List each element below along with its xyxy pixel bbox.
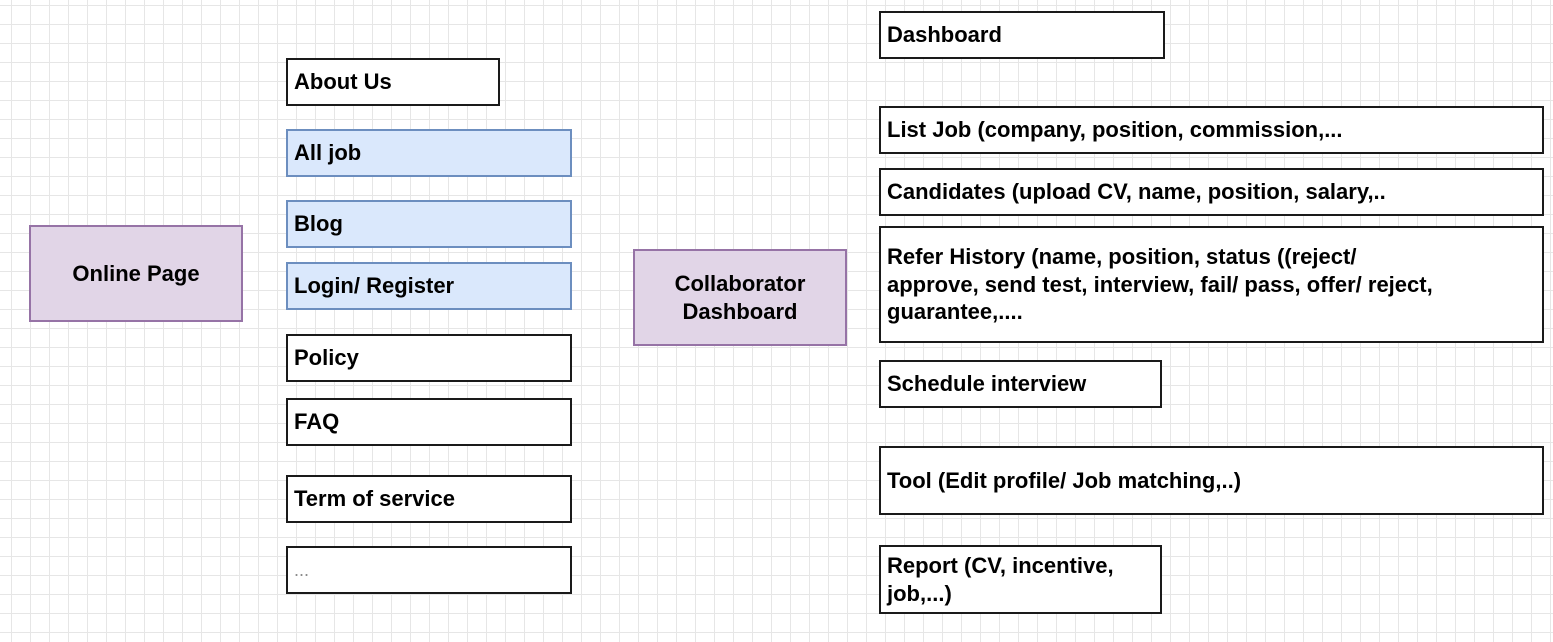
dashboard-label: Dashboard <box>887 22 1002 48</box>
online-page-label: Online Page <box>72 260 200 286</box>
login-register-node[interactable]: Login/ Register <box>286 262 572 310</box>
blog-node[interactable]: Blog <box>286 200 572 248</box>
collaborator-dashboard-node[interactable]: Collaborator Dashboard <box>633 249 847 346</box>
collaborator-dashboard-label: Collaborator Dashboard <box>674 271 806 324</box>
dashboard-node[interactable]: Dashboard <box>879 11 1165 59</box>
candidates-node[interactable]: Candidates (upload CV, name, position, s… <box>879 168 1544 216</box>
schedule-interview-label: Schedule interview <box>887 371 1087 397</box>
tool-label: Tool (Edit profile/ Job matching,..) <box>887 467 1242 493</box>
list-job-node[interactable]: List Job (company, position, commission,… <box>879 106 1544 154</box>
diagram-canvas: Online Page About Us All job Blog Login/… <box>0 0 1553 642</box>
faq-label: FAQ <box>294 409 340 435</box>
about-us-label: About Us <box>294 69 392 95</box>
blog-label: Blog <box>294 211 343 237</box>
tool-node[interactable]: Tool (Edit profile/ Job matching,..) <box>879 446 1544 515</box>
schedule-interview-node[interactable]: Schedule interview <box>879 360 1162 408</box>
report-node[interactable]: Report (CV, incentive, job,...) <box>879 545 1162 614</box>
policy-node[interactable]: Policy <box>286 334 572 382</box>
more-items-label: ... <box>294 559 310 580</box>
candidates-label: Candidates (upload CV, name, position, s… <box>887 179 1386 205</box>
all-job-label: All job <box>294 140 362 166</box>
term-of-service-label: Term of service <box>294 486 456 512</box>
term-of-service-node[interactable]: Term of service <box>286 475 572 523</box>
list-job-label: List Job (company, position, commission,… <box>887 117 1343 143</box>
all-job-node[interactable]: All job <box>286 129 572 177</box>
policy-label: Policy <box>294 345 359 371</box>
refer-history-node[interactable]: Refer History (name, position, status ((… <box>879 226 1544 343</box>
online-page-node[interactable]: Online Page <box>29 225 243 322</box>
faq-node[interactable]: FAQ <box>286 398 572 446</box>
about-us-node[interactable]: About Us <box>286 58 500 106</box>
refer-history-label: Refer History (name, position, status ((… <box>887 244 1433 325</box>
report-label: Report (CV, incentive, job,...) <box>887 553 1114 606</box>
more-items-node[interactable]: ... <box>286 546 572 594</box>
login-register-label: Login/ Register <box>294 273 455 299</box>
